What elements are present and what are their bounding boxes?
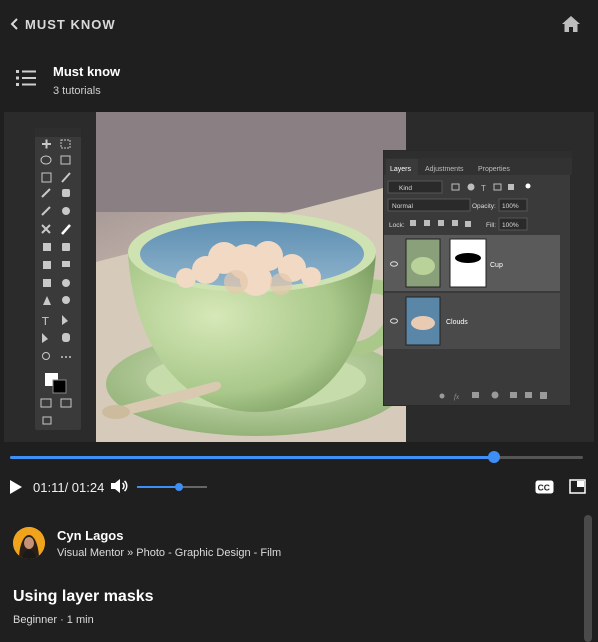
fill-label: Fill: bbox=[486, 222, 496, 229]
tools-panel: T bbox=[35, 128, 81, 430]
svg-text:T: T bbox=[481, 184, 486, 193]
lock-label: Lock: bbox=[389, 222, 405, 229]
progress-fill bbox=[10, 456, 495, 459]
play-icon[interactable] bbox=[9, 479, 23, 495]
photo-canvas bbox=[96, 112, 406, 442]
back-link[interactable]: MUST KNOW bbox=[25, 17, 116, 32]
fill-value: 100% bbox=[502, 222, 519, 229]
tab-adjustments: Adjustments bbox=[425, 166, 464, 173]
video-meta: Beginner · 1 min bbox=[13, 614, 94, 626]
author-name[interactable]: Cyn Lagos bbox=[57, 528, 123, 543]
cc-icon[interactable]: CC bbox=[535, 480, 554, 494]
volume-slider[interactable] bbox=[137, 483, 207, 491]
chevron-left-icon[interactable] bbox=[9, 17, 21, 31]
picture-in-picture-icon[interactable] bbox=[569, 479, 586, 494]
layer-name-cup: Cup bbox=[490, 262, 503, 269]
video-player[interactable]: T Layers Adjustments Properties Kind T N… bbox=[4, 112, 594, 442]
course-subtitle: 3 tutorials bbox=[53, 85, 101, 97]
author-role: Visual Mentor » Photo - Graphic Design -… bbox=[57, 547, 282, 559]
volume-icon[interactable] bbox=[110, 478, 128, 494]
svg-text:T: T bbox=[41, 315, 49, 328]
progress-handle[interactable] bbox=[488, 451, 501, 463]
top-bar: MUST KNOW bbox=[0, 0, 598, 50]
list-icon[interactable] bbox=[16, 69, 36, 87]
svg-text:CC: CC bbox=[538, 483, 550, 493]
blend-mode: Normal bbox=[392, 203, 414, 210]
course-title: Must know bbox=[53, 64, 121, 79]
layer-name-clouds: Clouds bbox=[446, 319, 468, 326]
avatar[interactable] bbox=[13, 527, 45, 559]
tab-layers: Layers bbox=[390, 166, 412, 173]
time-readout: 01:11/ 01:24 bbox=[33, 480, 105, 495]
course-header: Must know 3 tutorials bbox=[0, 52, 598, 110]
volume-handle[interactable] bbox=[175, 483, 183, 491]
progress-bar[interactable] bbox=[10, 451, 583, 463]
opacity-value: 100% bbox=[502, 203, 519, 210]
tab-properties: Properties bbox=[478, 166, 510, 173]
tool-icons: T bbox=[40, 139, 72, 425]
volume-fill bbox=[137, 486, 179, 488]
layers-panel: Layers Adjustments Properties Kind T Nor… bbox=[383, 150, 572, 406]
kind-filter: Kind bbox=[399, 185, 412, 192]
video-title: Using layer masks bbox=[13, 588, 154, 605]
opacity-label: Opacity: bbox=[472, 203, 496, 210]
scrollbar[interactable] bbox=[584, 515, 592, 642]
svg-text:fx: fx bbox=[454, 393, 460, 401]
home-icon[interactable] bbox=[561, 15, 581, 33]
